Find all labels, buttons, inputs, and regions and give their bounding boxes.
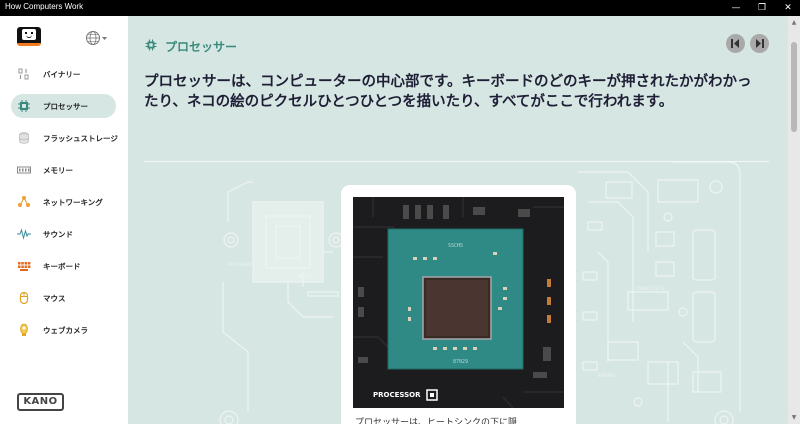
sidebar-item-label: フラッシュストレージ [43, 134, 118, 143]
sidebar-item-label: メモリー [43, 166, 73, 175]
next-page-button[interactable] [750, 34, 769, 53]
sidebar-item-sound[interactable]: サウンド [11, 222, 116, 246]
section-title: プロセッサー [165, 40, 238, 54]
scroll-down-arrow-icon[interactable]: ▼ [790, 414, 798, 422]
sidebar-item-keyboard[interactable]: キーボード [11, 254, 116, 278]
sidebar-item-label: ネットワーキング [43, 198, 103, 207]
processor-photo: SSCHS 87029 PROCESSOR [353, 197, 564, 408]
svg-text:CONNECTIVITY: CONNECTIVITY [636, 286, 665, 291]
svg-text:PERIPHERALS: PERIPHERALS [228, 262, 255, 267]
processor-chip-image: SSCHS 87029 PROCESSOR [353, 197, 564, 408]
storage-icon [19, 132, 29, 144]
svg-text:MEMORY: MEMORY [298, 274, 313, 279]
sidebar-item-label: マウス [43, 294, 66, 303]
mouse-icon [19, 291, 29, 305]
globe-icon[interactable] [85, 30, 109, 46]
binary-icon [18, 68, 29, 80]
svg-text:SSCHS: SSCHS [448, 243, 463, 249]
previous-page-button[interactable] [726, 34, 745, 53]
memory-icon [17, 166, 31, 174]
scrollbar-thumb[interactable] [791, 42, 797, 132]
main-content: プロセッサー プロセッサーは、コンピューターの中心部です。キーボードのどのキーが… [128, 16, 788, 424]
sidebar-item-label: プロセッサー [43, 102, 88, 111]
vertical-scrollbar[interactable]: ▲ ▼ [788, 16, 800, 424]
sidebar-item-label: ウェブカメラ [43, 326, 88, 335]
network-icon [18, 196, 30, 207]
sidebar-item-webcam[interactable]: ウェブカメラ [11, 318, 116, 342]
svg-text:87029: 87029 [453, 359, 468, 365]
sidebar-item-label: バイナリー [43, 70, 81, 79]
svg-text:SENSORS: SENSORS [598, 373, 615, 378]
sidebar-item-processor[interactable]: プロセッサー [11, 94, 116, 118]
window-title: How Computers Work [5, 2, 84, 11]
sidebar-item-label: キーボード [43, 262, 81, 271]
sidebar-item-flash-storage[interactable]: フラッシュストレージ [11, 126, 118, 150]
sound-wave-icon [17, 228, 31, 240]
sidebar-item-networking[interactable]: ネットワーキング [11, 190, 116, 214]
kano-face-logo[interactable] [17, 27, 41, 46]
close-button[interactable]: ✕ [770, 0, 800, 16]
sidebar: バイナリー プロセッサー フラッシュストレージ メモリー ネットワーキング サウ… [0, 16, 128, 424]
webcam-icon [20, 323, 28, 336]
sidebar-item-label: サウンド [43, 230, 73, 239]
headline-text: プロセッサーは、コンピューターの中心部です。キーボードのどのキーが押されたかがわ… [144, 74, 752, 110]
scroll-up-arrow-icon[interactable]: ▲ [790, 19, 798, 27]
card-caption: プロセッサーは、ヒートシンクの下に隠 [355, 418, 518, 424]
processor-photo-card: SSCHS 87029 PROCESSOR プロセッサーは、ヒートシンクの下に隠 [341, 185, 576, 424]
sidebar-item-memory[interactable]: メモリー [11, 158, 116, 182]
processor-icon [145, 39, 157, 51]
chevron-right-icon [756, 39, 764, 48]
chevron-left-icon [731, 39, 739, 48]
sidebar-item-mouse[interactable]: マウス [11, 286, 116, 310]
keyboard-icon [18, 262, 31, 271]
window-title-bar: How Computers Work — ❐ ✕ [0, 0, 800, 16]
processor-label: PROCESSOR [373, 391, 421, 399]
kano-logo: KANO [17, 393, 64, 411]
sidebar-item-binary[interactable]: バイナリー [11, 62, 116, 86]
processor-icon [18, 100, 30, 112]
